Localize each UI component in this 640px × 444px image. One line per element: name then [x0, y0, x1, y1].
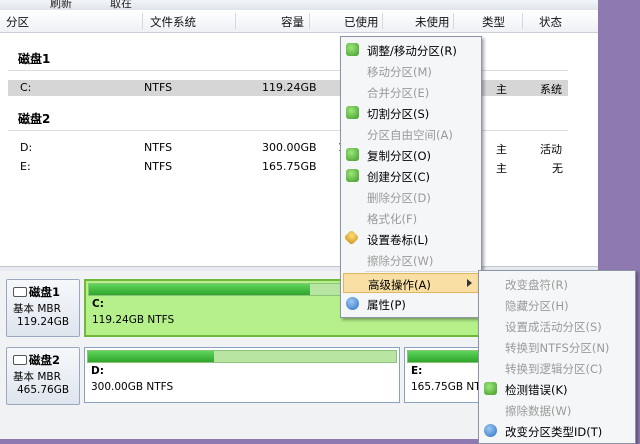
check-icon: [484, 382, 497, 395]
copy-icon: [346, 148, 359, 161]
row-fs: NTFS: [144, 141, 173, 154]
label-icon: [343, 229, 360, 246]
row-status: 系统: [540, 83, 562, 96]
disk-icon: [13, 355, 27, 365]
info-icon: [346, 297, 359, 310]
row-name: D:: [20, 141, 33, 154]
create-icon: [346, 169, 359, 182]
menu-free-space: 分区自由空间(A): [367, 128, 453, 142]
menu-advanced[interactable]: 高级操作(A): [343, 273, 479, 293]
column-header: 分区 文件系统 容量 已使用 未使用 类型 状态: [0, 10, 598, 33]
col-capacity[interactable]: 容量: [281, 14, 304, 30]
partition-row-c[interactable]: C: NTFS 119.24GB 主 系统: [8, 80, 568, 96]
menu-split[interactable]: 切割分区(S): [343, 103, 479, 123]
row-type: 主: [496, 83, 507, 96]
col-filesystem[interactable]: 文件系统: [150, 14, 196, 30]
menu-format: 格式化(F): [367, 212, 418, 226]
type-id-icon: [484, 424, 497, 437]
split-icon: [346, 106, 359, 119]
disk2-kind: 基本 MBR: [13, 371, 61, 383]
submenu-change-letter: 改变盘符(R): [505, 278, 568, 292]
submenu-set-active: 设置成活动分区(S): [505, 320, 602, 334]
menu-delete: 删除分区(D): [367, 191, 431, 205]
col-used[interactable]: 已使用: [344, 14, 379, 30]
submenu-hide: 隐藏分区(H): [505, 299, 569, 313]
disk1-size: 119.24GB: [17, 316, 70, 328]
partition-block-d[interactable]: D: 300.00GB NTFS: [84, 347, 400, 403]
partition-d-desc: 300.00GB NTFS: [91, 381, 174, 393]
submenu-check-errors[interactable]: 检测错误(K): [481, 379, 633, 399]
context-menu: 调整/移动分区(R) 移动分区(M) 合并分区(E) 切割分区(S) 分区自由空…: [340, 36, 482, 318]
row-capacity: 300.00GB: [262, 141, 317, 154]
col-partition[interactable]: 分区: [6, 14, 29, 30]
menu-move: 移动分区(M): [367, 65, 432, 79]
col-unused[interactable]: 未使用: [415, 14, 450, 30]
menu-set-label[interactable]: 设置卷标(L): [343, 229, 479, 249]
disk1-title: 磁盘1: [18, 52, 51, 66]
partition-row-d[interactable]: D: NTFS 300.00GB 1 主 活动: [8, 140, 568, 156]
disk-icon: [13, 287, 27, 297]
partition-e-label: E:: [411, 365, 423, 377]
menu-merge: 合并分区(E): [367, 86, 430, 100]
partition-c-desc: 119.24GB NTFS: [92, 314, 175, 326]
disk2-card[interactable]: 磁盘2 基本 MBR 465.76GB: [6, 347, 80, 405]
row-type: 主: [496, 162, 507, 175]
row-fs: NTFS: [144, 160, 173, 173]
row-capacity: 119.24GB: [262, 81, 317, 94]
menu-properties[interactable]: 属性(P): [343, 294, 479, 314]
disk1-card[interactable]: 磁盘1 基本 MBR 119.24GB: [6, 279, 80, 337]
menu-resize-move[interactable]: 调整/移动分区(R): [343, 40, 479, 60]
partition-c-label: C:: [92, 298, 104, 310]
col-status[interactable]: 状态: [539, 14, 562, 30]
submenu-change-type-id[interactable]: 改变分区类型ID(T): [481, 421, 633, 441]
usage-bar-c: [89, 284, 310, 295]
disk2-title: 磁盘2: [18, 112, 51, 126]
disk2-card-title: 磁盘2: [29, 353, 61, 367]
menu-create[interactable]: 创建分区(C): [343, 166, 479, 186]
row-name: C:: [20, 81, 32, 94]
row-type: 主: [496, 143, 507, 156]
menu-wipe: 擦除分区(W): [367, 254, 434, 268]
usage-bar-d: [88, 351, 215, 362]
submenu-to-logical: 转换到逻辑分区(C): [505, 362, 603, 376]
row-capacity: 165.75GB: [262, 160, 317, 173]
col-type[interactable]: 类型: [482, 14, 505, 30]
partition-row-e[interactable]: E: NTFS 165.75GB 主 无: [8, 159, 568, 175]
row-name: E:: [20, 160, 31, 173]
submenu-wipe-data: 擦除数据(W): [505, 404, 572, 418]
row-status: 活动: [540, 143, 562, 156]
advanced-submenu: 改变盘符(R) 隐藏分区(H) 设置成活动分区(S) 转换到NTFS分区(N) …: [478, 270, 636, 444]
disk1-card-title: 磁盘1: [29, 285, 61, 299]
submenu-to-ntfs: 转换到NTFS分区(N): [505, 341, 610, 355]
submenu-arrow-icon: [467, 279, 472, 287]
partition-d-label: D:: [91, 365, 104, 377]
resize-icon: [346, 43, 359, 56]
disk1-kind: 基本 MBR: [13, 303, 61, 315]
menu-copy[interactable]: 复制分区(O): [343, 145, 479, 165]
row-status: 无: [552, 162, 563, 175]
disk2-size: 465.76GB: [17, 384, 70, 396]
row-fs: NTFS: [144, 81, 173, 94]
